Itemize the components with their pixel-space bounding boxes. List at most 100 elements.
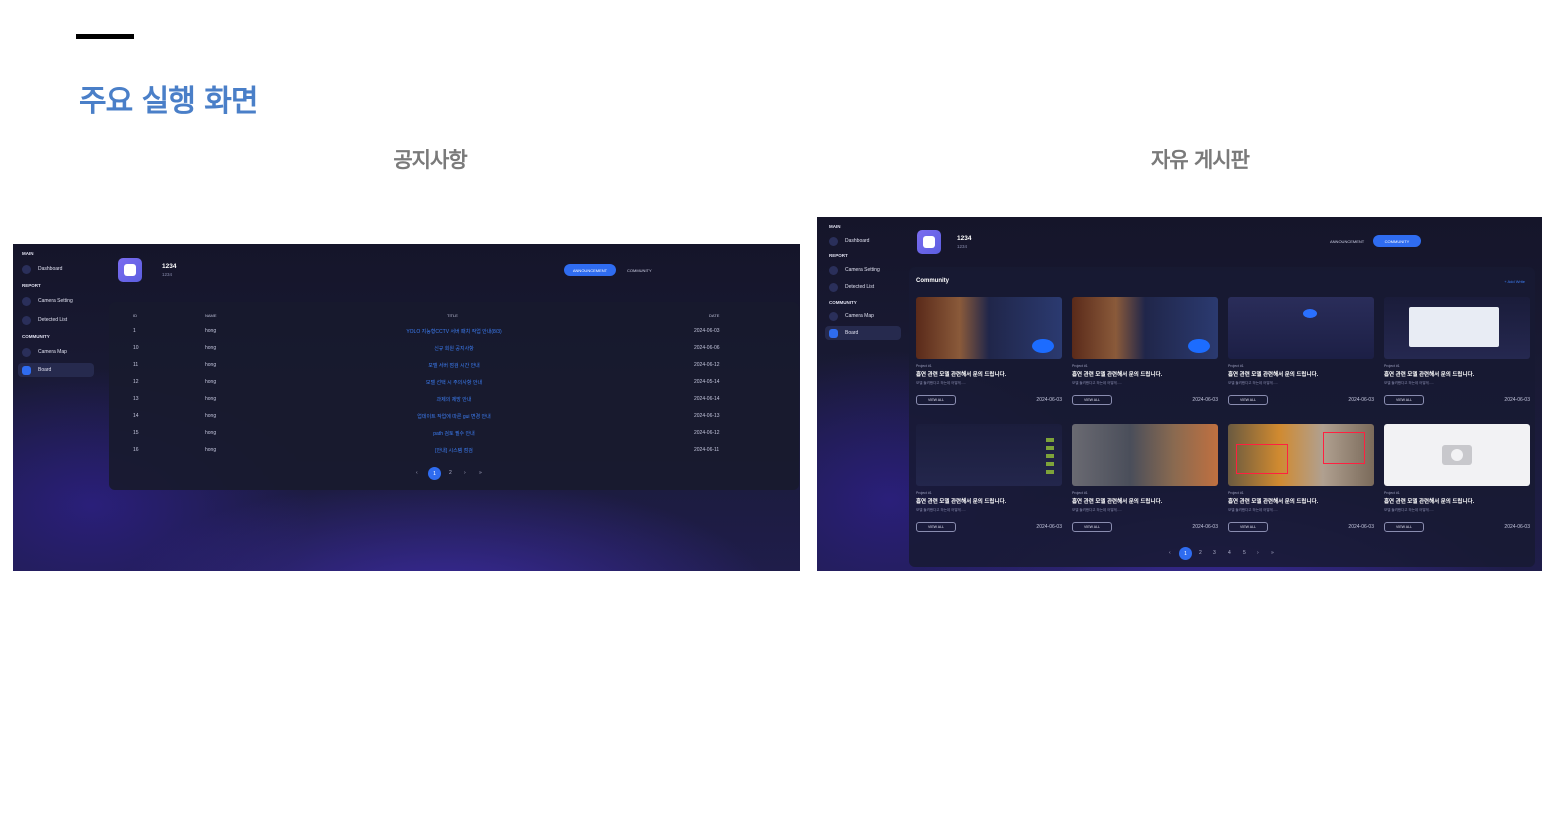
pagination-last[interactable]: » <box>1271 550 1274 556</box>
sidebar-item-label: Detected List <box>38 317 68 323</box>
card-title: 흡연 관련 모델 관련해서 문의 드립니다. <box>1228 372 1319 378</box>
card-thumbnail[interactable] <box>916 297 1062 359</box>
pagination-page[interactable]: 2 <box>1199 550 1202 556</box>
view-all-button[interactable]: VIEW ALL <box>1228 522 1268 532</box>
sidebar-item-dashboard[interactable]: Dashboard <box>825 234 901 248</box>
tab-announcement[interactable]: ANNOUNCEMENT <box>564 264 616 276</box>
sidebar-item-label: Dashboard <box>845 238 870 244</box>
sidebar-item-label: Board <box>845 330 859 336</box>
sidebar-item-camera-setting[interactable]: Camera Setting <box>18 294 94 308</box>
tab-announcement[interactable]: ANNOUNCEMENT <box>1330 239 1364 244</box>
pagination-prev[interactable]: ‹ <box>1169 550 1171 556</box>
card-thumbnail[interactable] <box>1228 424 1374 486</box>
sidebar-item-camera-map[interactable]: Camera Map <box>825 309 901 323</box>
notice-title-link[interactable]: 과제의 제방 안내 <box>399 396 509 403</box>
table-cell: 11 <box>133 362 139 368</box>
sidebar-item-label: Camera Map <box>38 349 67 355</box>
pagination-next[interactable]: › <box>1257 550 1259 556</box>
card-description: 모델 돌려봤다고 하는데 어떻게..... <box>1072 381 1122 385</box>
sidebar-item-detected-list[interactable]: Detected List <box>18 313 94 327</box>
card-title: 흡연 관련 모델 관련해서 문의 드립니다. <box>1384 499 1475 505</box>
pagination-page-current[interactable]: 1 <box>428 467 441 480</box>
sidebar-item-label: Detected List <box>845 284 875 290</box>
pagination-last[interactable]: » <box>479 470 482 476</box>
table-cell: hong <box>205 413 217 419</box>
view-all-button[interactable]: VIEW ALL <box>1072 395 1112 405</box>
card-tag: Project #1 <box>916 491 932 495</box>
table-cell: hong <box>205 396 217 402</box>
sidebar-item-label: Board <box>38 367 52 373</box>
col-name: NAME <box>205 313 217 318</box>
sidebar-item-board[interactable]: Board <box>825 326 901 340</box>
list-icon <box>22 315 31 325</box>
user-id: 1234 <box>957 244 968 249</box>
pagination-page[interactable]: 2 <box>449 470 452 476</box>
sidebar-item-camera-map[interactable]: Camera Map <box>18 345 94 359</box>
card-date: 2024-06-03 <box>1192 524 1218 530</box>
board-icon <box>22 365 31 375</box>
sidebar-section-main: MAIN <box>829 224 841 229</box>
sidebar-item-camera-setting[interactable]: Camera Setting <box>825 263 901 277</box>
card-thumbnail[interactable] <box>1072 297 1218 359</box>
notice-title-link[interactable]: 신규 회원 공지사항 <box>399 345 509 352</box>
view-all-button[interactable]: VIEW ALL <box>1228 395 1268 405</box>
table-cell: 15 <box>133 430 139 436</box>
card-thumbnail[interactable] <box>1228 297 1374 359</box>
sidebar-item-detected-list[interactable]: Detected List <box>825 280 901 294</box>
card-thumbnail[interactable] <box>916 424 1062 486</box>
card-description: 모델 돌려봤다고 하는데 어떻게..... <box>916 508 966 512</box>
pagination-page-current[interactable]: 1 <box>1179 547 1192 560</box>
card-date: 2024-06-03 <box>1348 524 1374 530</box>
view-all-button[interactable]: VIEW ALL <box>1072 522 1112 532</box>
card-thumbnail[interactable] <box>1072 424 1218 486</box>
view-all-button[interactable]: VIEW ALL <box>1384 395 1424 405</box>
board-card[interactable]: Project #1 흡연 관련 모델 관련해서 문의 드립니다. 모델 돌려봤다고… <box>1384 424 1530 532</box>
card-tag: Project #1 <box>1072 491 1088 495</box>
board-card[interactable]: Project #1 흡연 관련 모델 관련해서 문의 드립니다. 모델 돌려봤다고… <box>1228 424 1374 532</box>
page-title: 주요 실행 화면 <box>79 84 258 119</box>
pagination-next[interactable]: › <box>464 470 466 476</box>
view-all-button[interactable]: VIEW ALL <box>916 522 956 532</box>
view-all-button[interactable]: VIEW ALL <box>916 395 956 405</box>
card-date: 2024-06-03 <box>1348 397 1374 403</box>
heading-accent-bar <box>76 34 134 39</box>
board-card[interactable]: Project #1 흡연 관련 모델 관련해서 문의 드립니다. 모델 돌려봤다고… <box>916 297 1062 405</box>
notice-title-link[interactable]: YOLO 지능형CCTV 서버 패치 작업 안내(8/3) <box>399 328 509 335</box>
card-title: 흡연 관련 모델 관련해서 문의 드립니다. <box>1072 372 1163 378</box>
table-cell: 2024-06-12 <box>694 362 720 368</box>
board-card[interactable]: Project #1 흡연 관련 모델 관련해서 문의 드립니다. 모델 돌려봤다고… <box>1072 424 1218 532</box>
notice-title-link[interactable]: 모델 서버 점검 시간 안내 <box>399 362 509 369</box>
sidebar-item-dashboard[interactable]: Dashboard <box>18 262 94 276</box>
notice-table-panel: ID NAME TITLE DATE 1 hong YOLO 지능형CCTV 서버 … <box>109 302 799 490</box>
notice-title-link[interactable]: [안내] 시스템 점검 <box>399 447 509 454</box>
board-card[interactable]: Project #1 흡연 관련 모델 관련해서 문의 드립니다. 모델 돌려봤다고… <box>916 424 1062 532</box>
board-card[interactable]: Project #1 흡연 관련 모델 관련해서 문의 드립니다. 모델 돌려봤다고… <box>1072 297 1218 405</box>
card-thumbnail[interactable] <box>1384 424 1530 486</box>
tab-community[interactable]: COMMUNITY <box>1373 235 1421 247</box>
card-date: 2024-06-03 <box>1504 524 1530 530</box>
board-card[interactable]: Project #1 흡연 관련 모델 관련해서 문의 드립니다. 모델 돌려봤다고… <box>1228 297 1374 405</box>
pagination-page[interactable]: 4 <box>1228 550 1231 556</box>
table-cell: hong <box>205 447 217 453</box>
notice-screenshot: MAIN Dashboard REPORT Camera Setting Det… <box>13 244 800 571</box>
notice-title-link[interactable]: 모델 선택 시 주의사항 안내 <box>399 379 509 386</box>
view-all-button[interactable]: VIEW ALL <box>1384 522 1424 532</box>
pagination-page[interactable]: 5 <box>1243 550 1246 556</box>
card-thumbnail[interactable] <box>1384 297 1530 359</box>
caption-board: 자유 게시판 <box>1151 148 1250 172</box>
tab-community[interactable]: COMMUNITY <box>627 268 652 273</box>
sidebar-section-report: REPORT <box>22 283 41 288</box>
map-icon <box>829 311 838 321</box>
board-card[interactable]: Project #1 흡연 관련 모델 관련해서 문의 드립니다. 모델 돌려봤다고… <box>1384 297 1530 405</box>
add-write-button[interactable]: + Add Write <box>1504 279 1525 284</box>
pagination-prev[interactable]: ‹ <box>416 470 418 476</box>
app-logo-icon <box>118 258 142 282</box>
table-cell: 2024-06-03 <box>694 328 720 334</box>
notice-title-link[interactable]: path 검토 필수 안내 <box>399 430 509 437</box>
sidebar-item-board[interactable]: Board <box>18 363 94 377</box>
notice-title-link[interactable]: 업데이트 작업에 따른 gui 변경 안내 <box>399 413 509 420</box>
pagination-page[interactable]: 3 <box>1213 550 1216 556</box>
table-cell: hong <box>205 362 217 368</box>
table-cell: hong <box>205 379 217 385</box>
table-cell: 10 <box>133 345 139 351</box>
